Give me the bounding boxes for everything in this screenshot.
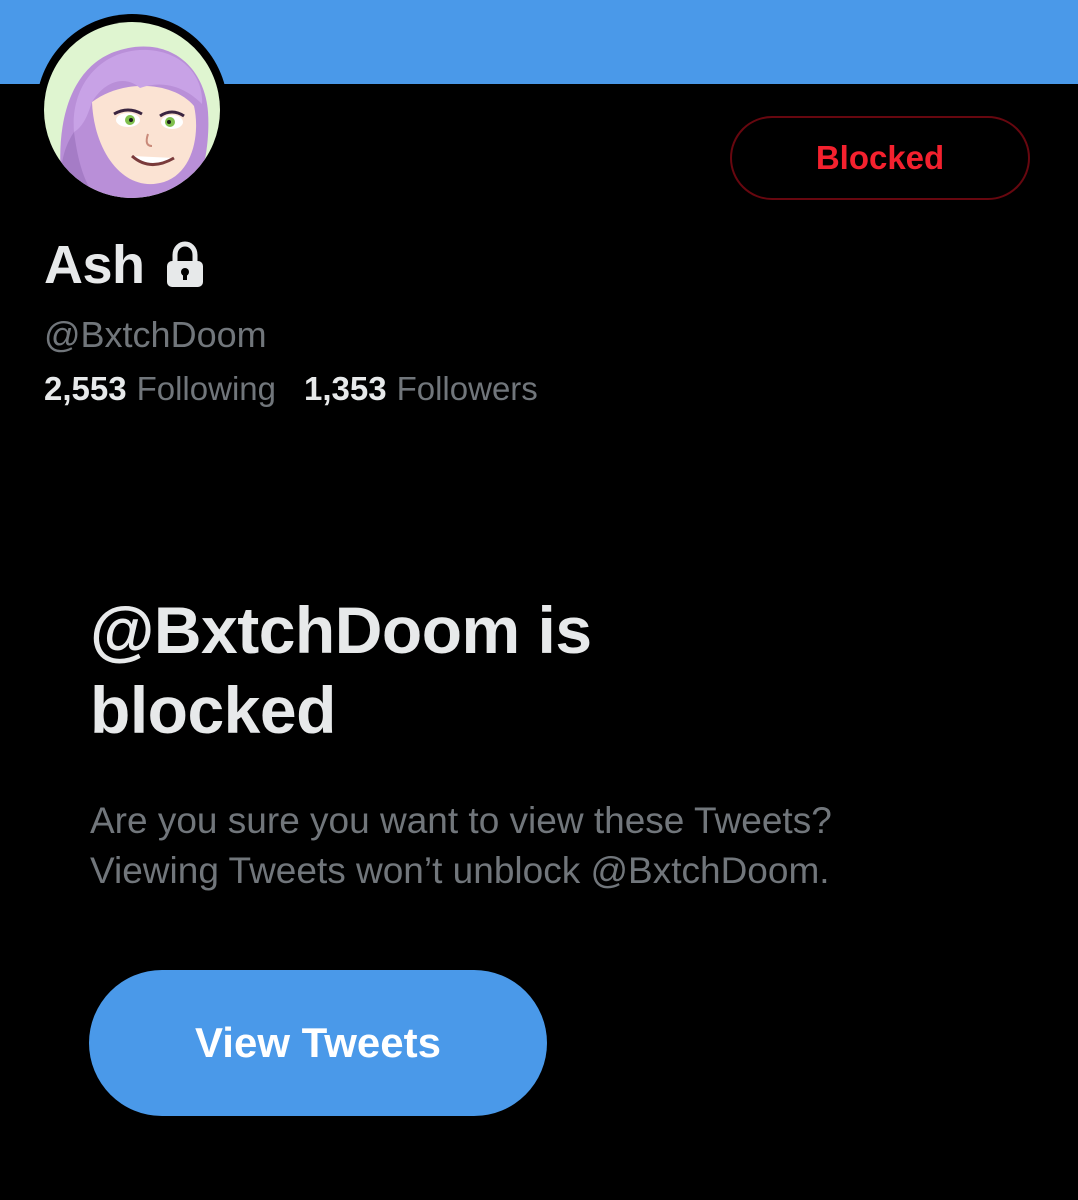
following-count: 2,553 <box>44 370 127 407</box>
avatar-image <box>44 22 220 198</box>
blocked-description-line1: Are you sure you want to view these Twee… <box>90 800 832 841</box>
following-label: Following <box>136 370 276 407</box>
profile-handle: @BxtchDoom <box>44 314 267 355</box>
blocked-description: Are you sure you want to view these Twee… <box>90 796 990 896</box>
blocked-description-line2: Viewing Tweets won’t unblock @BxtchDoom. <box>90 850 830 891</box>
following-stat[interactable]: 2,553 Following <box>44 370 276 408</box>
followers-stat[interactable]: 1,353 Followers <box>304 370 538 408</box>
view-tweets-button[interactable]: View Tweets <box>89 970 547 1116</box>
blocked-title: @BxtchDoom is blocked <box>90 593 592 747</box>
followers-count: 1,353 <box>304 370 387 407</box>
profile-display-name: Ash <box>44 234 207 296</box>
blocked-button[interactable]: Blocked <box>730 116 1030 200</box>
followers-label: Followers <box>396 370 538 407</box>
avatar-container[interactable] <box>36 14 228 206</box>
display-name-text: Ash <box>44 235 145 295</box>
lock-icon <box>163 240 207 290</box>
avatar[interactable] <box>44 22 220 198</box>
profile-stats: 2,553 Following 1,353 Followers <box>44 370 566 408</box>
view-tweets-button-label: View Tweets <box>195 1019 441 1066</box>
blocked-button-label: Blocked <box>815 139 945 176</box>
